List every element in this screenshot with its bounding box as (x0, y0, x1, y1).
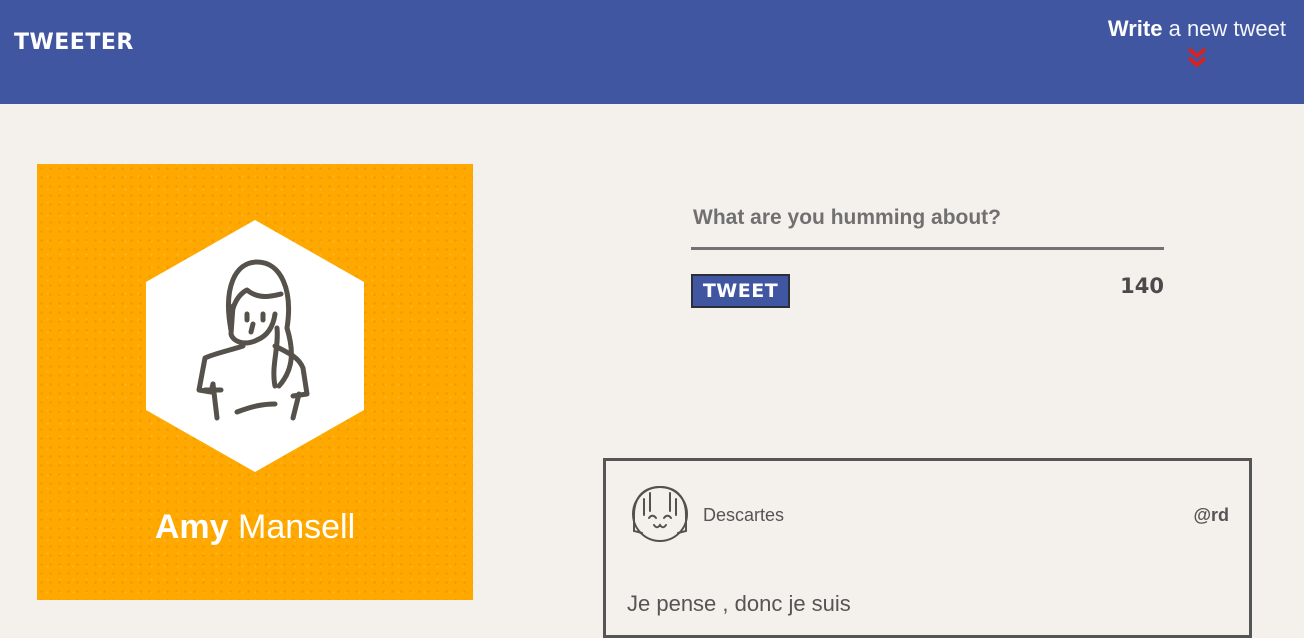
double-chevron-down-icon[interactable] (1186, 46, 1208, 70)
tweet-author-name: Descartes (703, 505, 785, 525)
profile-card: Amy Mansell (37, 164, 473, 600)
tweet-submit-button[interactable]: TWEET (691, 274, 790, 308)
profile-avatar (146, 220, 364, 472)
write-new-tweet-toggle[interactable]: Write a new tweet (1086, 16, 1286, 42)
new-tweet-form: TWEET 140 (691, 200, 1164, 308)
profile-name: Amy Mansell (37, 508, 473, 547)
app-logo: TWEETER (14, 30, 134, 55)
compose-toggle-label: a new tweet (1162, 16, 1286, 41)
tweet-text-input[interactable] (691, 200, 1164, 250)
user-avatar-icon (632, 485, 688, 542)
compose-toggle-bold: Write (1107, 16, 1163, 41)
tweet-content: Je pense , donc je suis (627, 591, 851, 616)
character-counter: 140 (1120, 274, 1164, 298)
navbar: TWEETER Write a new tweet (0, 0, 1304, 104)
profile-last-name: Mansell (228, 508, 356, 546)
tweet-author-handle: @rd (1193, 505, 1229, 525)
tweet-card: Descartes @rd Je pense , donc je suis (603, 458, 1252, 638)
profile-first-name: Amy (154, 508, 229, 546)
